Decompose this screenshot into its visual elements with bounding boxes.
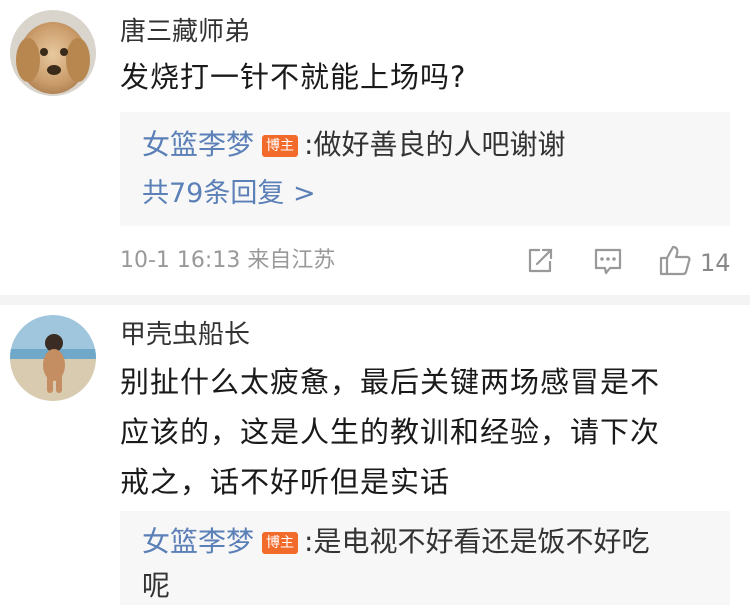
avatar[interactable] bbox=[10, 10, 96, 96]
comment-text-line: 应该的，这是人生的教训和经验，请下次 bbox=[120, 415, 661, 449]
blogger-badge: 博主 bbox=[262, 532, 299, 554]
blogger-badge: 博主 bbox=[262, 135, 299, 157]
reply-text: :是电视不好看还是饭不好吃 bbox=[304, 525, 650, 558]
child-beach-avatar-image bbox=[10, 315, 96, 401]
comment-text: 发烧打一针不就能上场吗? bbox=[120, 60, 467, 94]
reply-text-continued: 呢 bbox=[142, 569, 171, 602]
share-icon[interactable] bbox=[525, 246, 555, 276]
reply-box[interactable]: 女篮李梦 博主:是电视不好看还是饭不好吃 呢 bbox=[120, 511, 730, 605]
dog-avatar-image bbox=[10, 10, 96, 96]
reply-line: 女篮李梦 博主:做好善良的人吧谢谢 bbox=[142, 122, 565, 168]
comment-item: 甲壳虫船长 别扯什么太疲惫，最后关键两场感冒是不 应该的，这是人生的教训和经验，… bbox=[0, 305, 750, 605]
divider bbox=[0, 295, 750, 305]
reply-text: :做好善良的人吧谢谢 bbox=[304, 128, 566, 161]
username[interactable]: 甲壳虫船长 bbox=[120, 319, 250, 351]
reply-box[interactable]: 女篮李梦 博主:做好善良的人吧谢谢 共79条回复 > bbox=[120, 112, 730, 226]
comment-text-line: 戒之，话不好听但是实话 bbox=[120, 465, 451, 499]
reply-author[interactable]: 女篮李梦 bbox=[142, 128, 254, 161]
reply-author[interactable]: 女篮李梦 bbox=[142, 525, 254, 558]
comment-icon[interactable] bbox=[592, 246, 624, 276]
comment-meta: 10-1 16:13 来自江苏 bbox=[120, 248, 336, 273]
more-replies-link[interactable]: 共79条回复 > bbox=[142, 174, 316, 214]
comment-item: 唐三藏师弟 发烧打一针不就能上场吗? 女篮李梦 博主:做好善良的人吧谢谢 共79条… bbox=[0, 0, 750, 295]
comment-text-line: 别扯什么太疲惫，最后关键两场感冒是不 bbox=[120, 365, 661, 399]
reply-line: 女篮李梦 博主:是电视不好看还是饭不好吃 bbox=[142, 519, 649, 565]
avatar[interactable] bbox=[10, 315, 96, 401]
like-count: 14 bbox=[700, 249, 731, 277]
like-icon[interactable] bbox=[658, 244, 692, 276]
username[interactable]: 唐三藏师弟 bbox=[120, 16, 250, 48]
